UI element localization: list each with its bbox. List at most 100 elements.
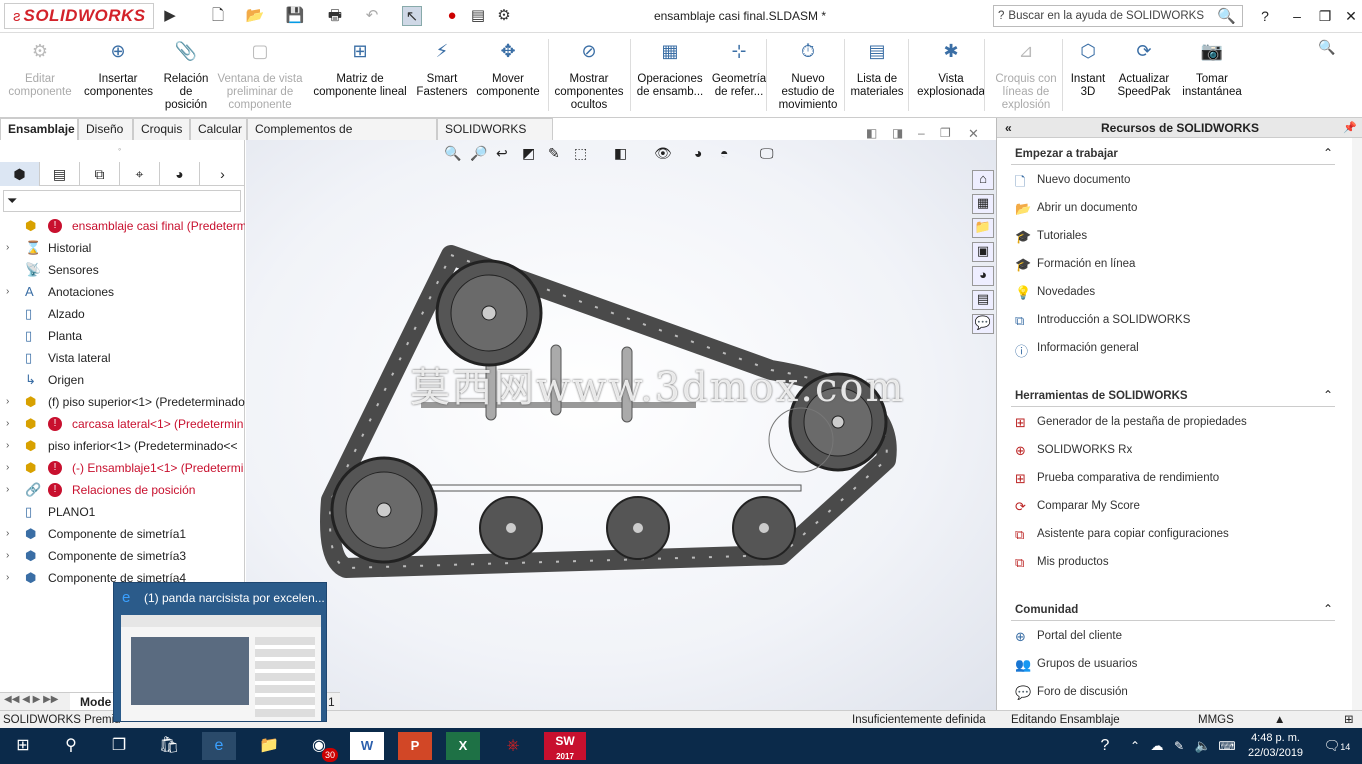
new-motion-study-button[interactable]: ⏱ Nuevo estudio de movimiento (774, 33, 842, 118)
close-button[interactable]: ✕ (1338, 6, 1362, 26)
insert-components-button[interactable]: ⊕ Insertar componentes (84, 33, 153, 118)
print-icon[interactable]: 🖶 (325, 6, 345, 26)
help-icon[interactable]: ? (1252, 6, 1278, 26)
viewport-minimize-icon[interactable]: – (918, 126, 925, 140)
explode-line-sketch-button[interactable]: ⊿ Croquis con líneas de explosión (990, 33, 1062, 118)
apply-scene-icon[interactable]: ◓ (720, 145, 728, 161)
exploded-view-button[interactable]: ✱ Vista explosionada (912, 33, 990, 118)
section-title[interactable]: Herramientas de SOLIDWORKS (1015, 390, 1188, 402)
tab-dise-o[interactable]: Diseño (78, 118, 133, 140)
view-palette-tab-icon[interactable]: ▣ (972, 242, 994, 262)
section-title[interactable]: Empezar a trabajar (1015, 148, 1118, 160)
dimxpert-tab-icon[interactable]: ⌖ (120, 162, 160, 186)
undo-icon[interactable]: ↶ (362, 6, 382, 26)
mate-button[interactable]: 📎 Relación de posición (158, 33, 214, 118)
collapse-pane-icon[interactable]: « (1005, 118, 1012, 138)
zoom-to-fit-icon[interactable]: 🔍 (444, 145, 461, 162)
resource-link[interactable]: Mis productos (1037, 556, 1109, 568)
store-icon[interactable]: 🛍 (152, 732, 186, 760)
tab-complementos-de-solidworks[interactable]: Complementos de SOLIDWORKS (247, 118, 437, 156)
collapse-section-icon[interactable]: ⌃ (1323, 602, 1333, 616)
tree-item[interactable]: › ⬢! (-) Ensamblaje1<1> (Predetermi (0, 457, 245, 479)
solidworks-taskbar-icon[interactable]: SW 2017 (544, 732, 586, 761)
tree-item[interactable]: ▯ Alzado (0, 303, 245, 325)
design-library-tab-icon[interactable]: ▦ (972, 194, 994, 214)
tree-item[interactable]: › ⬢! carcasa lateral<1> (Predetermin (0, 413, 245, 435)
tree-item[interactable]: ▯ PLANO1 (0, 501, 245, 523)
reference-geometry-button[interactable]: ⊹ Geometría de refer... (708, 33, 770, 118)
resource-link[interactable]: Novedades (1037, 286, 1095, 298)
resource-link[interactable]: Portal del cliente (1037, 630, 1122, 642)
forum-tab-icon[interactable]: 💬 (972, 314, 994, 334)
tree-item[interactable]: ⬢! ensamblaje casi final (Predeterminado (0, 215, 245, 237)
tab-ensamblaje[interactable]: Ensamblaje (0, 118, 78, 140)
expand-arrow-icon[interactable]: › (6, 237, 9, 259)
tree-item[interactable]: › ⬢ (f) piso superior<1> (Predeterminado (0, 391, 245, 413)
dynamic-annotation-icon[interactable]: ✎ (548, 145, 560, 162)
tab-croquis[interactable]: Croquis (133, 118, 190, 140)
section-title[interactable]: Comunidad (1015, 604, 1078, 616)
expand-arrow-icon[interactable]: › (6, 523, 9, 545)
assembly-features-button[interactable]: ▦ Operaciones de ensamb... (634, 33, 706, 118)
previous-view-icon[interactable]: ↩ (496, 145, 508, 162)
tree-item[interactable]: ↳ Origen (0, 369, 245, 391)
file-explorer-tab-icon[interactable]: 📁 (972, 218, 994, 238)
file-properties-icon[interactable]: ▤ (468, 6, 488, 26)
customize-status-icon[interactable]: ⊞ (1344, 711, 1354, 729)
expand-arrow-icon[interactable]: › (6, 391, 9, 413)
expand-arrow-icon[interactable]: › (6, 545, 9, 567)
filter-box[interactable]: ⏷ (3, 190, 241, 212)
action-center-icon[interactable]: 🗨14 (1320, 732, 1354, 760)
bill-of-materials-button[interactable]: ▤ Lista de materiales (846, 33, 908, 118)
take-snapshot-button[interactable]: 📷 Tomar instantánea (1178, 33, 1246, 118)
display-style-icon[interactable]: ◧ (614, 145, 627, 162)
show-hidden-button[interactable]: ⊘ Mostrar componentes ocultos (550, 33, 628, 118)
resource-link[interactable]: Prueba comparativa de rendimiento (1037, 472, 1219, 484)
pin-icon[interactable]: 📌 (1343, 118, 1357, 138)
resource-link[interactable]: Foro de discusión (1037, 686, 1128, 698)
appearances-tab-icon[interactable]: ◕ (972, 266, 994, 286)
resource-link[interactable]: Nuevo documento (1037, 174, 1130, 186)
featuremanager-tab-icon[interactable]: ⬢ (0, 162, 40, 186)
open-icon[interactable]: 📂 (245, 6, 265, 26)
tab-scroll-icon[interactable]: ◀◀ ◀ ▶ ▶▶ (4, 694, 58, 705)
viewport-close-icon[interactable]: ✕ (968, 126, 979, 142)
expand-arrow-icon[interactable]: › (6, 567, 9, 589)
edit-appearance-icon[interactable]: ◕ (694, 145, 702, 161)
tree-item[interactable]: › ⌛ Historial (0, 237, 245, 259)
word-icon[interactable]: W (350, 732, 384, 760)
resource-link[interactable]: Grupos de usuarios (1037, 658, 1137, 670)
tree-item[interactable]: › ⬢ Componente de simetría3 (0, 545, 245, 567)
viewport-next-icon[interactable]: ◨ (892, 126, 903, 140)
resource-link[interactable]: Asistente para copiar configuraciones (1037, 528, 1229, 540)
units-dropdown-icon[interactable]: ▲ (1274, 711, 1285, 729)
resource-link[interactable]: Tutoriales (1037, 230, 1087, 242)
taskbar-preview-popup[interactable]: e (1) panda narcisista por excelen... (113, 582, 327, 722)
track-assembly-model[interactable] (246, 140, 996, 710)
expand-arrow-icon[interactable]: › (6, 413, 9, 435)
collapse-section-icon[interactable]: ⌃ (1323, 388, 1333, 402)
resource-link[interactable]: Información general (1037, 342, 1139, 354)
home-tab-icon[interactable]: ⌂ (972, 170, 994, 190)
move-component-button[interactable]: ✥ Mover componente (474, 33, 542, 118)
configurationmanager-tab-icon[interactable]: ⧉ (80, 162, 120, 186)
units-selector[interactable]: MMGS (1198, 711, 1234, 729)
instant3d-button[interactable]: ⬡ Instant 3D (1066, 33, 1110, 118)
resource-link[interactable]: Comparar My Score (1037, 500, 1140, 512)
hide-show-items-icon[interactable]: 👁 (654, 145, 672, 162)
propertymanager-tab-icon[interactable]: ▤ (40, 162, 80, 186)
help-search[interactable]: ? Buscar en la ayuda de SOLIDWORKS 🔍 (993, 5, 1243, 27)
solidworks-logo[interactable]: ƨ SOLIDWORKS (4, 3, 154, 29)
smart-fasteners-button[interactable]: ⚡ Smart Fasteners (416, 33, 468, 118)
linear-pattern-button[interactable]: ⊞ Matriz de componente lineal (308, 33, 412, 118)
expand-arrow-icon[interactable]: › (6, 457, 9, 479)
start-icon[interactable]: ⊞ (6, 732, 40, 760)
file-explorer-icon[interactable]: 📁 (252, 732, 286, 760)
magnifier-icon[interactable]: 🔍 (1217, 7, 1236, 25)
help-search-input[interactable]: Buscar en la ayuda de SOLIDWORKS (1008, 10, 1217, 22)
component-preview-button[interactable]: ▢ Ventana de vista preliminar de componen… (214, 33, 306, 118)
edit-component-button[interactable]: ⚙ Editar componente (4, 33, 76, 118)
tree-item[interactable]: 📡 Sensores (0, 259, 245, 281)
tab-calcular[interactable]: Calcular (190, 118, 247, 140)
excel-icon[interactable]: X (446, 732, 480, 760)
